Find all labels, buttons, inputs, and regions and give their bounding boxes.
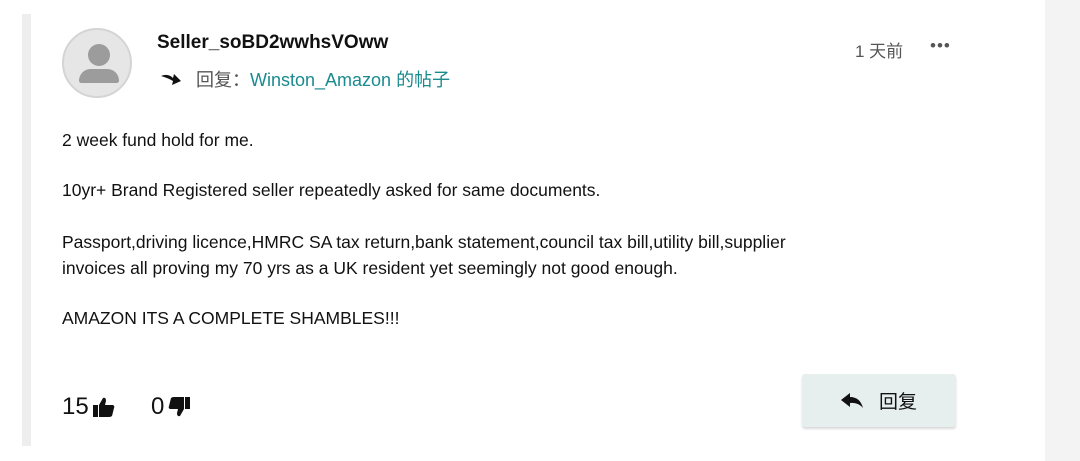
right-side-panel bbox=[1045, 0, 1080, 461]
post-paragraph: 10yr+ Brand Registered seller repeatedly… bbox=[62, 180, 601, 200]
reply-icon bbox=[840, 392, 863, 408]
thumbs-up-icon bbox=[92, 397, 115, 417]
upvote-count: 15 bbox=[62, 393, 89, 420]
post-paragraph: 2 week fund hold for me. bbox=[62, 130, 254, 150]
post-paragraph: AMAZON ITS A COMPLETE SHAMBLES!!! bbox=[62, 308, 400, 328]
reply-button[interactable]: 回复 bbox=[802, 374, 956, 427]
upvote-button[interactable]: 15 bbox=[62, 393, 115, 421]
post-paragraph: Passport,driving licence,HMRC SA tax ret… bbox=[62, 232, 786, 252]
reply-context: 回复： Winston_Amazon 的帖子 bbox=[160, 66, 450, 92]
post-timestamp: 1 天前 bbox=[855, 42, 904, 61]
reply-arrow-icon bbox=[161, 74, 181, 85]
avatar[interactable] bbox=[62, 28, 132, 98]
reply-button-label: 回复 bbox=[878, 392, 917, 413]
avatar-body bbox=[79, 69, 119, 83]
thumbs-down-icon bbox=[169, 397, 191, 417]
more-options-icon[interactable]: ••• bbox=[930, 36, 951, 56]
post-left-border bbox=[22, 14, 31, 446]
post-paragraph: invoices all proving my 70 yrs as a UK r… bbox=[62, 258, 678, 278]
downvote-button[interactable]: 0 bbox=[151, 393, 191, 421]
reply-prefix: 回复： bbox=[196, 70, 250, 90]
downvote-count: 0 bbox=[151, 393, 165, 420]
reply-target-link[interactable]: Winston_Amazon 的帖子 bbox=[250, 66, 450, 92]
avatar-head bbox=[88, 44, 110, 66]
author-name[interactable]: Seller_soBD2wwhsVOww bbox=[157, 32, 388, 54]
